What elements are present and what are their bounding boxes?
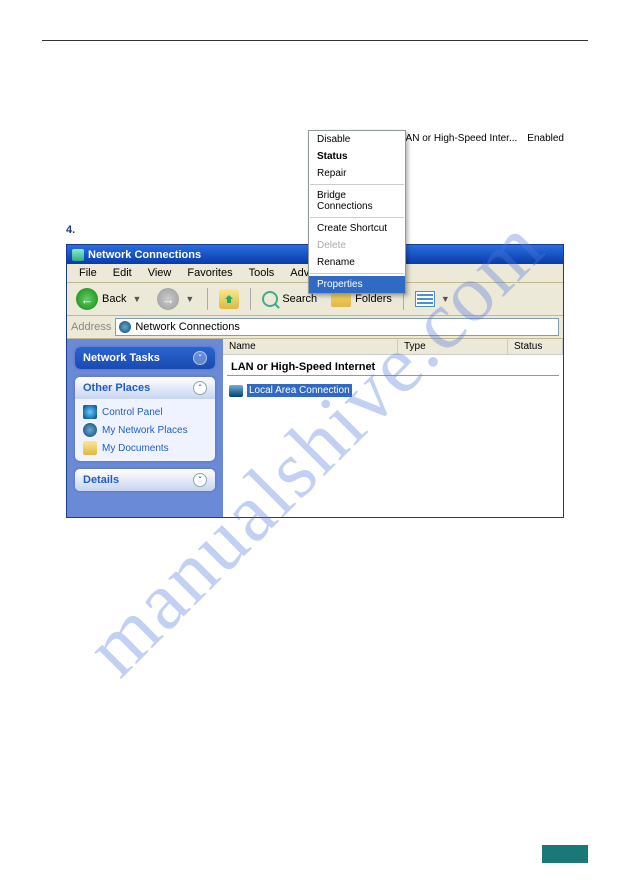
link-network-places[interactable]: My Network Places xyxy=(83,423,207,437)
panel-other-places: Other Places ˆ Control Panel My Network … xyxy=(75,377,215,461)
search-label: Search xyxy=(282,293,317,305)
folders-label: Folders xyxy=(355,293,392,305)
address-value: Network Connections xyxy=(135,321,240,333)
views-icon xyxy=(415,291,435,307)
system-icon xyxy=(72,249,84,261)
back-arrow-icon: ← xyxy=(76,288,98,310)
panel-details: Details ˇ xyxy=(75,469,215,491)
ctx-separator xyxy=(310,217,404,218)
panel-title: Network Tasks xyxy=(83,352,160,364)
chevron-collapse-icon[interactable]: ˆ xyxy=(193,381,207,395)
panel-header-other-places[interactable]: Other Places ˆ xyxy=(75,377,215,399)
panel-header-network-tasks[interactable]: Network Tasks ˇ xyxy=(75,347,215,369)
menu-tools[interactable]: Tools xyxy=(241,265,283,281)
connection-name: Local Area Connection xyxy=(247,384,352,397)
up-folder-icon xyxy=(219,289,239,309)
content-area: Name Type Status LAN or High-Speed Inter… xyxy=(223,339,563,517)
search-icon xyxy=(262,291,278,307)
chevron-expand-icon[interactable]: ˇ xyxy=(193,473,207,487)
ctx-properties[interactable]: Properties xyxy=(309,276,405,293)
ctx-separator xyxy=(310,273,404,274)
connection-icon xyxy=(229,385,243,397)
address-label: Address xyxy=(71,321,111,333)
address-field[interactable]: Network Connections xyxy=(115,318,559,336)
column-name[interactable]: Name xyxy=(223,339,398,354)
back-dropdown-icon[interactable]: ▼ xyxy=(130,294,143,304)
my-documents-icon xyxy=(83,441,97,455)
ctx-delete: Delete xyxy=(309,237,405,254)
menu-favorites[interactable]: Favorites xyxy=(179,265,240,281)
connection-meta: LAN or High-Speed Inter... Enabled xyxy=(400,133,564,144)
link-label: My Network Places xyxy=(102,425,188,436)
toolbar-separator xyxy=(207,288,208,310)
ctx-rename[interactable]: Rename xyxy=(309,254,405,271)
context-menu: Disable Status Repair Bridge Connections… xyxy=(308,130,406,294)
toolbar-separator xyxy=(250,288,251,310)
address-bar: Address Network Connections xyxy=(67,316,563,339)
page-footer-badge xyxy=(542,845,588,863)
ctx-shortcut[interactable]: Create Shortcut xyxy=(309,220,405,237)
forward-arrow-icon: → xyxy=(157,288,179,310)
forward-button[interactable]: → ▼ xyxy=(152,286,201,312)
panel-network-tasks: Network Tasks ˇ xyxy=(75,347,215,369)
section-number: 4. xyxy=(66,224,75,236)
back-button[interactable]: ← Back ▼ xyxy=(71,286,148,312)
ctx-separator xyxy=(310,184,404,185)
network-places-icon xyxy=(83,423,97,437)
group-header-lan: LAN or High-Speed Internet xyxy=(227,357,559,376)
connection-status-value: Enabled xyxy=(527,133,564,144)
ctx-disable[interactable]: Disable xyxy=(309,131,405,148)
views-dropdown-icon[interactable]: ▼ xyxy=(439,294,452,304)
column-type[interactable]: Type xyxy=(398,339,508,354)
link-label: Control Panel xyxy=(102,407,163,418)
panel-title: Other Places xyxy=(83,382,150,394)
ctx-bridge[interactable]: Bridge Connections xyxy=(309,187,405,215)
address-network-icon xyxy=(119,321,131,333)
panel-title: Details xyxy=(83,474,119,486)
menu-file[interactable]: File xyxy=(71,265,105,281)
connection-row-lac[interactable]: Local Area Connection xyxy=(223,382,563,399)
column-status[interactable]: Status xyxy=(508,339,563,354)
page-top-rule xyxy=(42,40,588,41)
menu-view[interactable]: View xyxy=(140,265,180,281)
window-title: Network Connections xyxy=(88,249,201,261)
connection-type-value: LAN or High-Speed Inter... xyxy=(400,133,517,144)
views-button[interactable]: ▼ xyxy=(410,289,457,309)
client-area: Network Tasks ˇ Other Places ˆ Control P… xyxy=(67,339,563,517)
forward-dropdown-icon[interactable]: ▼ xyxy=(183,294,196,304)
column-headers: Name Type Status xyxy=(223,339,563,355)
control-panel-icon xyxy=(83,405,97,419)
panel-header-details[interactable]: Details ˇ xyxy=(75,469,215,491)
menu-edit[interactable]: Edit xyxy=(105,265,140,281)
up-button[interactable] xyxy=(214,287,244,311)
ctx-repair[interactable]: Repair xyxy=(309,165,405,182)
link-label: My Documents xyxy=(102,443,169,454)
chevron-collapse-icon[interactable]: ˇ xyxy=(193,351,207,365)
link-control-panel[interactable]: Control Panel xyxy=(83,405,207,419)
ctx-status[interactable]: Status xyxy=(309,148,405,165)
link-my-documents[interactable]: My Documents xyxy=(83,441,207,455)
back-label: Back xyxy=(102,293,126,305)
panel-body-other-places: Control Panel My Network Places My Docum… xyxy=(75,399,215,461)
sidebar: Network Tasks ˇ Other Places ˆ Control P… xyxy=(67,339,223,517)
